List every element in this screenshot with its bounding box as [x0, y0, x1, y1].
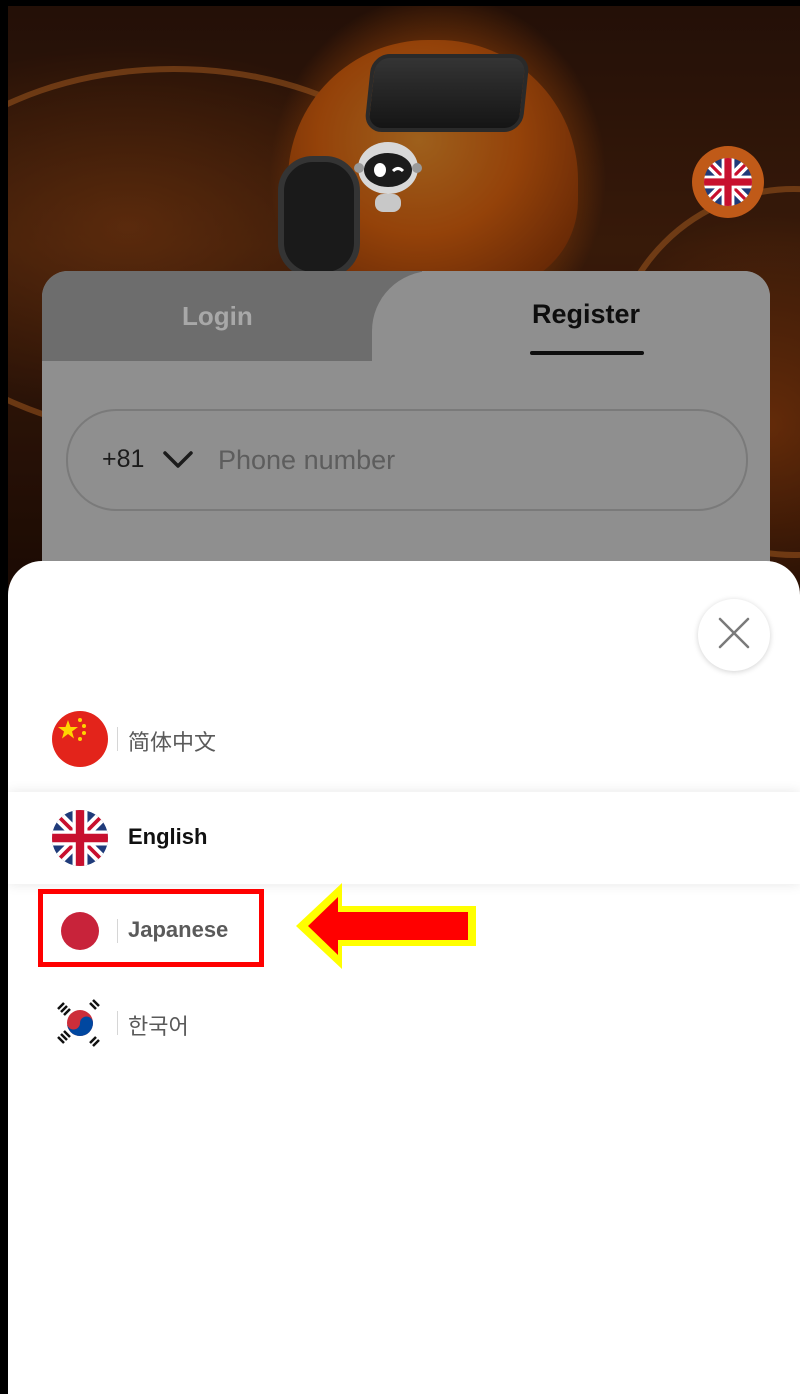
language-option-chinese[interactable]: 简体中文 — [8, 693, 800, 785]
country-code-select[interactable]: +81 — [102, 445, 144, 474]
uk-flag-icon — [52, 810, 108, 866]
app-screen: Login Register +81 Phone number 简体中文 Eng… — [8, 6, 800, 1394]
language-button[interactable] — [692, 146, 764, 218]
japanese-highlight-box — [38, 889, 264, 967]
phone-number-field[interactable]: +81 Phone number — [66, 409, 748, 511]
close-icon — [717, 616, 751, 655]
pointer-arrow-icon — [292, 879, 482, 978]
language-label: English — [128, 824, 208, 849]
close-button[interactable] — [698, 599, 770, 671]
active-tab-indicator — [530, 351, 644, 355]
language-option-korean[interactable]: 한국어 — [8, 977, 800, 1069]
tab-register[interactable]: Register — [532, 299, 640, 330]
chevron-down-icon[interactable] — [162, 449, 194, 476]
china-flag-icon — [52, 711, 108, 767]
language-picker-sheet: 简体中文 English Japanese 한국어 — [8, 561, 800, 1394]
language-option-english[interactable]: English — [8, 792, 800, 884]
language-label: 简体中文 — [128, 730, 217, 755]
tab-login[interactable]: Login — [182, 301, 253, 332]
phone-number-input[interactable]: Phone number — [218, 445, 395, 476]
korea-flag-icon — [52, 995, 108, 1051]
language-label: 한국어 — [128, 1014, 189, 1039]
uk-flag-icon — [704, 158, 752, 206]
robot-mascot-icon — [353, 138, 423, 218]
